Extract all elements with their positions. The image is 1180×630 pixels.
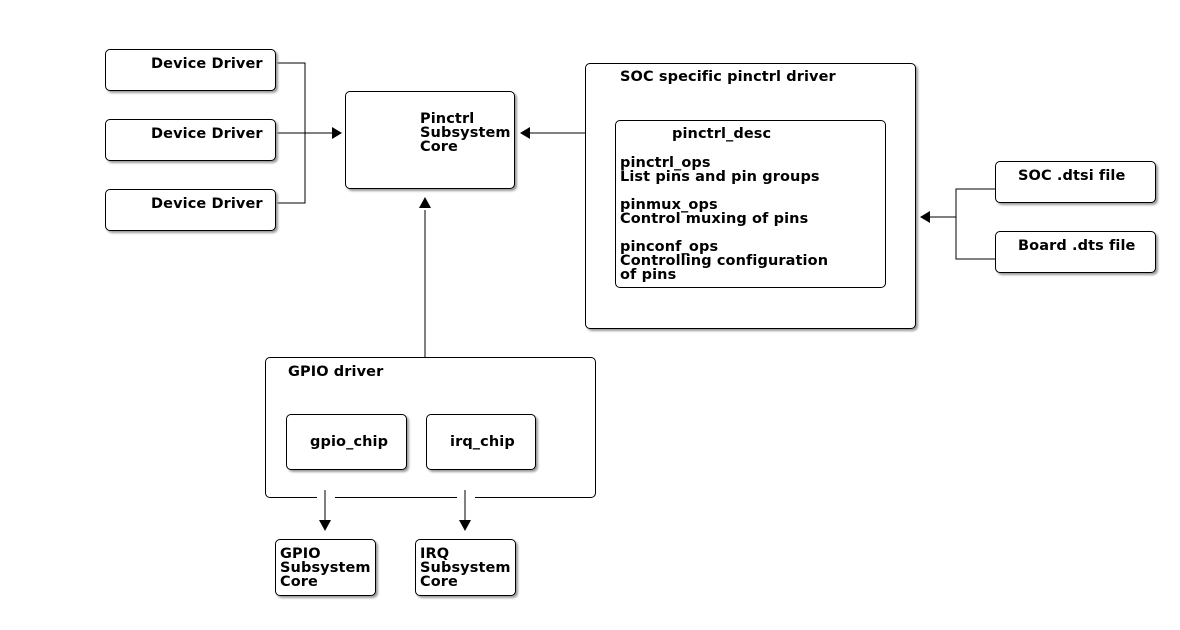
irq-core-line-1: IRQ [420,546,450,562]
gpio-core-line-2: Subsystem [280,560,371,576]
irq-core-box[interactable]: IRQ Subsystem Core [415,539,516,596]
irq-core-line-2: Subsystem [420,560,511,576]
irq-core-line-3: Core [420,574,458,590]
gpio-core-line-3: Core [280,574,318,590]
chip-connectors-overlay [324,490,466,520]
gpio-core-line-1: GPIO [280,546,321,562]
gpio-core-box[interactable]: GPIO Subsystem Core [275,539,376,596]
